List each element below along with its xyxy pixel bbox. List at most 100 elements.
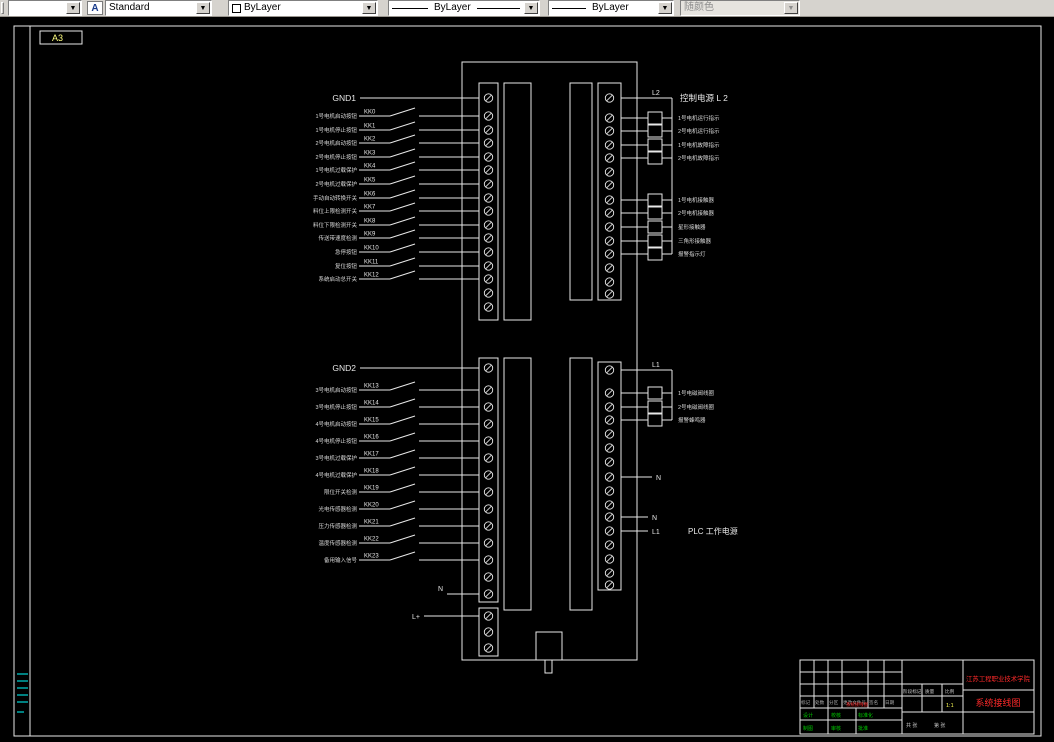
stage-label[interactable]: 阶段标记: [903, 688, 922, 695]
output-label[interactable]: 1号电机故障指示: [678, 141, 720, 149]
drawing-title[interactable]: 系统接线图: [975, 697, 1020, 708]
relay-coil[interactable]: [647, 206, 663, 220]
role-label[interactable]: 审核: [831, 725, 841, 732]
relay-coil[interactable]: [647, 400, 663, 414]
screw-slot[interactable]: [606, 582, 613, 588]
screw-slot[interactable]: [606, 95, 613, 101]
switch-name[interactable]: KK20: [364, 503, 379, 509]
output-label[interactable]: 2号电机运行指示: [678, 127, 720, 135]
screw-slot[interactable]: [485, 195, 492, 201]
screw-slot[interactable]: [606, 224, 613, 230]
relay-coil[interactable]: [647, 138, 663, 152]
input-label[interactable]: 备用输入信号: [324, 556, 358, 564]
sheet-total[interactable]: 共 张: [906, 722, 917, 729]
switch-blade[interactable]: [389, 175, 416, 185]
relay-coil[interactable]: [647, 247, 663, 261]
text-style-combo[interactable]: Standard ▼: [105, 0, 212, 16]
switch-name[interactable]: KK2: [364, 137, 376, 143]
switch-name[interactable]: KK18: [364, 469, 379, 475]
screw-slot[interactable]: [606, 542, 613, 548]
switch-name[interactable]: KK9: [364, 232, 376, 238]
sheet-border[interactable]: [13, 25, 1042, 737]
screw-slot[interactable]: [606, 279, 613, 285]
switch-name[interactable]: KK13: [364, 384, 379, 390]
switch-name[interactable]: KK21: [364, 520, 379, 526]
switch-blade[interactable]: [389, 121, 416, 131]
n-label[interactable]: N: [656, 475, 661, 482]
switch-blade[interactable]: [389, 449, 416, 459]
rev-header[interactable]: 处数: [815, 699, 825, 706]
relay-coil[interactable]: [647, 193, 663, 207]
chevron-down-icon[interactable]: ▼: [658, 2, 672, 14]
input-label[interactable]: 限位开关检测: [324, 488, 358, 496]
switch-name[interactable]: KK22: [364, 537, 379, 543]
switch-blade[interactable]: [389, 534, 416, 544]
switch-blade[interactable]: [389, 257, 416, 267]
drawing-canvas[interactable]: A3 GND1 1号电机启动按钮 KK0 1号电机停止按钮 KK1 2号电机启动按钮 KK2 2…: [0, 17, 1054, 742]
switch-name[interactable]: KK11: [364, 260, 379, 266]
terminal-strip[interactable]: [597, 361, 622, 591]
switch-blade[interactable]: [389, 551, 416, 561]
switch-name[interactable]: KK7: [364, 205, 376, 211]
output-label[interactable]: 1号电机运行指示: [678, 114, 720, 122]
switch-name[interactable]: KK4: [364, 164, 376, 170]
switch-blade[interactable]: [389, 216, 416, 226]
relay-coil[interactable]: [647, 234, 663, 248]
switch-name[interactable]: KK6: [364, 192, 376, 198]
screw-slot[interactable]: [485, 506, 492, 512]
screw-slot[interactable]: [485, 140, 492, 146]
screw-slot[interactable]: [606, 474, 613, 480]
plc-outline[interactable]: [461, 61, 638, 661]
output-label[interactable]: 报警指示灯: [678, 250, 706, 258]
role-label[interactable]: 批准: [858, 725, 868, 732]
color-combo[interactable]: ByLayer ▼: [228, 0, 378, 16]
screw-slot[interactable]: [485, 438, 492, 444]
screw-slot[interactable]: [485, 95, 492, 101]
input-label[interactable]: 1号电机停止按钮: [315, 126, 357, 134]
input-label[interactable]: 系统启动总开关: [318, 275, 357, 283]
toolbar-grip[interactable]: [1, 2, 4, 14]
terminal-strip[interactable]: [478, 82, 499, 321]
input-label[interactable]: 急停按钮: [335, 248, 358, 256]
linetype-combo[interactable]: ByLayer ▼: [388, 0, 540, 16]
chevron-down-icon[interactable]: ▼: [362, 2, 376, 14]
screw-slot[interactable]: [606, 417, 613, 423]
n-label[interactable]: N: [438, 586, 443, 593]
sheet-no[interactable]: 第 张: [934, 722, 945, 729]
scale-value[interactable]: 1:1: [946, 703, 954, 709]
screw-slot[interactable]: [485, 127, 492, 133]
input-label[interactable]: 光电传感器检测: [318, 505, 357, 513]
output-label[interactable]: 2号电磁阀线圈: [678, 403, 715, 411]
input-label[interactable]: 2号电机停止按钮: [315, 153, 357, 161]
screw-slot[interactable]: [606, 238, 613, 244]
connector-stem[interactable]: [544, 659, 553, 674]
switch-blade[interactable]: [389, 270, 416, 280]
switch-name[interactable]: KK1: [364, 124, 376, 130]
screw-slot[interactable]: [606, 197, 613, 203]
switch-name[interactable]: KK19: [364, 486, 379, 492]
switch-name[interactable]: KK17: [364, 452, 379, 458]
switch-blade[interactable]: [389, 189, 416, 199]
switch-blade[interactable]: [389, 161, 416, 171]
scale-label[interactable]: 比例: [945, 688, 955, 695]
rev-header[interactable]: 日期: [885, 700, 895, 706]
switch-blade[interactable]: [389, 415, 416, 425]
switch-blade[interactable]: [389, 432, 416, 442]
screw-slot[interactable]: [606, 445, 613, 451]
screw-slot[interactable]: [485, 472, 492, 478]
screw-slot[interactable]: [485, 222, 492, 228]
role-label[interactable]: 制图: [803, 725, 813, 732]
switch-name[interactable]: KK23: [364, 554, 379, 560]
switch-blade[interactable]: [389, 229, 416, 239]
switch-blade[interactable]: [389, 381, 416, 391]
input-label[interactable]: 3号电机启动按钮: [315, 386, 357, 394]
output-label[interactable]: 报警蜂鸣器: [678, 416, 706, 424]
input-label[interactable]: 4号电机启动按钮: [315, 420, 357, 428]
io-module[interactable]: [569, 357, 593, 611]
screw-slot[interactable]: [485, 276, 492, 282]
screw-slot[interactable]: [485, 591, 492, 597]
screw-slot[interactable]: [606, 404, 613, 410]
switch-name[interactable]: KK16: [364, 435, 379, 441]
screw-slot[interactable]: [606, 210, 613, 216]
switch-blade[interactable]: [389, 148, 416, 158]
